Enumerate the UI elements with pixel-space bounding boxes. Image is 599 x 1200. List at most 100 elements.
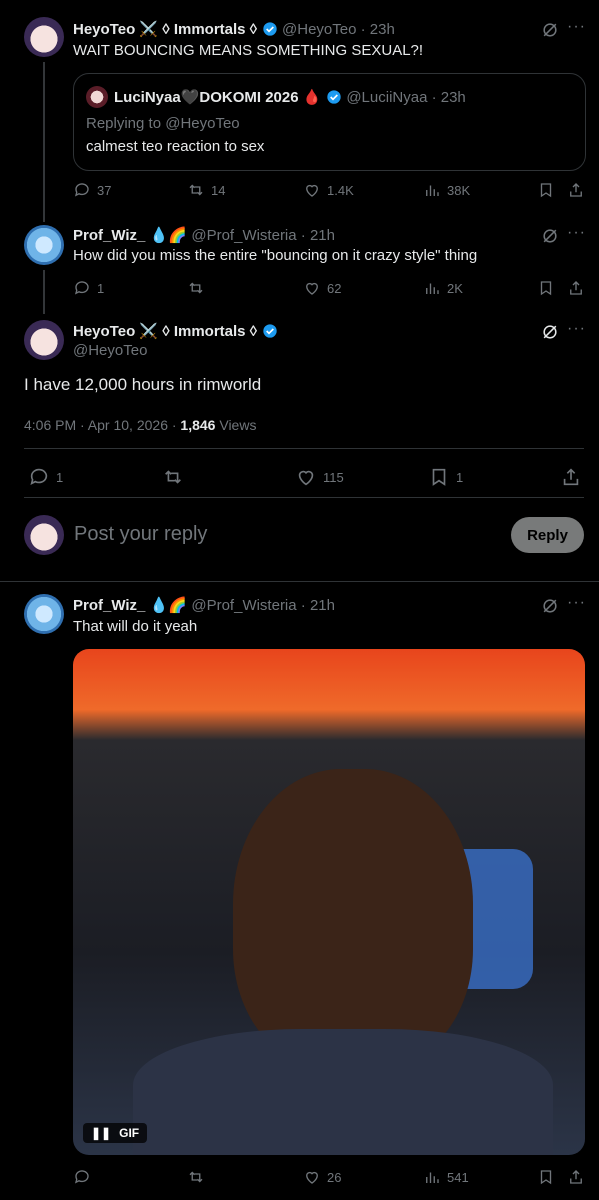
reply-count: 37	[97, 182, 112, 198]
avatar[interactable]	[24, 320, 64, 360]
share-button[interactable]	[567, 279, 585, 297]
more-icon[interactable]: ···	[567, 224, 586, 242]
repost-button[interactable]: 14	[187, 181, 225, 199]
tweet-text: WAIT BOUNCING MEANS SOMETHING SEXUAL?!	[73, 42, 424, 59]
author-name[interactable]: Prof_Wiz_ 💧🌈	[73, 597, 187, 614]
divider	[24, 497, 584, 498]
verified-icon	[262, 324, 277, 338]
like-count: 115	[323, 469, 344, 485]
main-tweet-actions: 1 115 1	[28, 466, 588, 486]
grok-icon[interactable]	[540, 596, 560, 621]
repost-icon	[165, 470, 181, 484]
tweet-header: Prof_Wiz_ 💧🌈 @Prof_Wisteria · 21h	[73, 226, 335, 245]
views-count: 2K	[447, 280, 463, 296]
author-handle[interactable]: @HeyoTeo	[73, 342, 147, 359]
like-button[interactable]: 62	[303, 279, 341, 297]
views-button[interactable]: 541	[423, 1168, 469, 1186]
like-count: 62	[327, 280, 342, 296]
author-handle[interactable]: @Prof_Wisteria · 21h	[191, 597, 335, 614]
tweet-header: HeyoTeo ⚔️ ◊ Immortals ◊ @HeyoTeo · 23h	[73, 20, 395, 39]
tweet-header: Prof_Wiz_ 💧🌈 @Prof_Wisteria · 21h	[73, 596, 335, 615]
share-button[interactable]	[560, 466, 582, 488]
views-icon	[426, 1172, 439, 1183]
gif-shirt	[133, 1029, 553, 1155]
bookmark-icon	[540, 281, 552, 296]
thread-line	[43, 62, 45, 222]
reply-input[interactable]: Post your reply	[74, 523, 207, 546]
tweet-meta: 4:06 PM · Apr 10, 2026 · 1,846 Views	[24, 417, 256, 433]
bookmark-icon	[540, 1170, 552, 1185]
gif-badge[interactable]: ❚❚ GIF	[83, 1123, 148, 1143]
author-handle[interactable]: @Prof_Wisteria · 21h	[191, 227, 335, 244]
replying-to: Replying to @HeyoTeo	[86, 115, 240, 132]
views-button[interactable]: 2K	[423, 279, 463, 297]
main-tweet-header: HeyoTeo ⚔️ ◊ Immortals ◊	[73, 322, 278, 341]
pause-icon[interactable]: ❚❚	[91, 1126, 111, 1140]
share-button[interactable]	[567, 181, 585, 199]
like-button[interactable]: 26	[303, 1168, 341, 1186]
repost-icon	[189, 282, 203, 294]
bookmark-button[interactable]	[537, 181, 555, 199]
bookmark-icon	[540, 183, 552, 198]
reply-count: 1	[97, 280, 105, 296]
heart-icon	[306, 184, 318, 197]
like-button[interactable]: 1.4K	[303, 181, 354, 199]
bookmark-button[interactable]: 1	[428, 466, 463, 488]
repost-icon	[189, 1171, 203, 1183]
gif-label: GIF	[119, 1126, 140, 1140]
thread-line	[43, 270, 45, 314]
reply-count: 1	[56, 469, 64, 485]
reply-submit-button[interactable]: Reply	[511, 517, 584, 553]
author-handle[interactable]: @HeyoTeo · 23h	[282, 21, 395, 38]
views-count: 38K	[447, 182, 471, 198]
like-button[interactable]: 115	[295, 466, 344, 488]
more-icon[interactable]: ···	[567, 594, 586, 612]
author-name[interactable]: Prof_Wiz_ 💧🌈	[73, 227, 187, 244]
share-icon	[570, 1170, 582, 1184]
repost-icon	[189, 184, 203, 196]
repost-button[interactable]	[162, 466, 184, 488]
views-icon	[426, 185, 439, 196]
bookmark-button[interactable]	[537, 1168, 555, 1186]
more-icon[interactable]: ···	[567, 320, 586, 338]
tweet-text: How did you miss the entire "bouncing on…	[73, 247, 478, 264]
avatar[interactable]	[24, 225, 64, 265]
repost-button[interactable]	[187, 279, 205, 297]
avatar	[24, 515, 64, 555]
reply-button[interactable]: 1	[73, 279, 104, 297]
reply-button[interactable]: 1	[28, 466, 63, 488]
bookmark-icon	[432, 468, 446, 486]
share-button[interactable]	[567, 1168, 585, 1186]
avatar[interactable]	[24, 594, 64, 634]
timestamp[interactable]: 4:06 PM · Apr 10, 2026 ·	[24, 417, 180, 433]
share-icon	[570, 281, 582, 295]
gif-media[interactable]: ❚❚ GIF	[73, 649, 585, 1155]
like-count: 1.4K	[327, 182, 354, 198]
main-tweet-text: I have 12,000 hours in rimworld	[24, 375, 262, 394]
tweet-text: That will do it yeah	[73, 618, 198, 635]
avatar	[86, 86, 108, 108]
reply-icon	[74, 183, 89, 197]
quote-author-handle: @LuciiNyaa · 23h	[346, 89, 466, 106]
reply-button[interactable]: 37	[73, 181, 111, 199]
bookmark-button[interactable]	[537, 279, 555, 297]
avatar[interactable]	[24, 17, 64, 57]
share-icon	[563, 468, 579, 486]
grok-icon[interactable]	[540, 20, 560, 45]
views-button[interactable]: 38K	[423, 181, 470, 199]
reply-button[interactable]	[73, 1168, 91, 1186]
views-count: 541	[447, 1169, 469, 1185]
quote-tweet[interactable]: LuciNyaa🖤DOKOMI 2026 🩸 @LuciiNyaa · 23h …	[73, 73, 586, 171]
grok-icon[interactable]	[540, 322, 560, 347]
repost-button[interactable]	[187, 1168, 205, 1186]
reply-icon	[74, 281, 89, 295]
share-icon	[570, 183, 582, 197]
author-name[interactable]: HeyoTeo ⚔️ ◊ Immortals ◊	[73, 323, 257, 340]
grok-icon[interactable]	[540, 226, 560, 251]
gif-person	[233, 769, 473, 1069]
views-count: 1,846	[180, 417, 216, 433]
divider	[24, 448, 584, 449]
verified-icon	[262, 22, 277, 36]
more-icon[interactable]: ···	[567, 18, 586, 36]
author-name[interactable]: HeyoTeo ⚔️ ◊ Immortals ◊	[73, 21, 257, 38]
